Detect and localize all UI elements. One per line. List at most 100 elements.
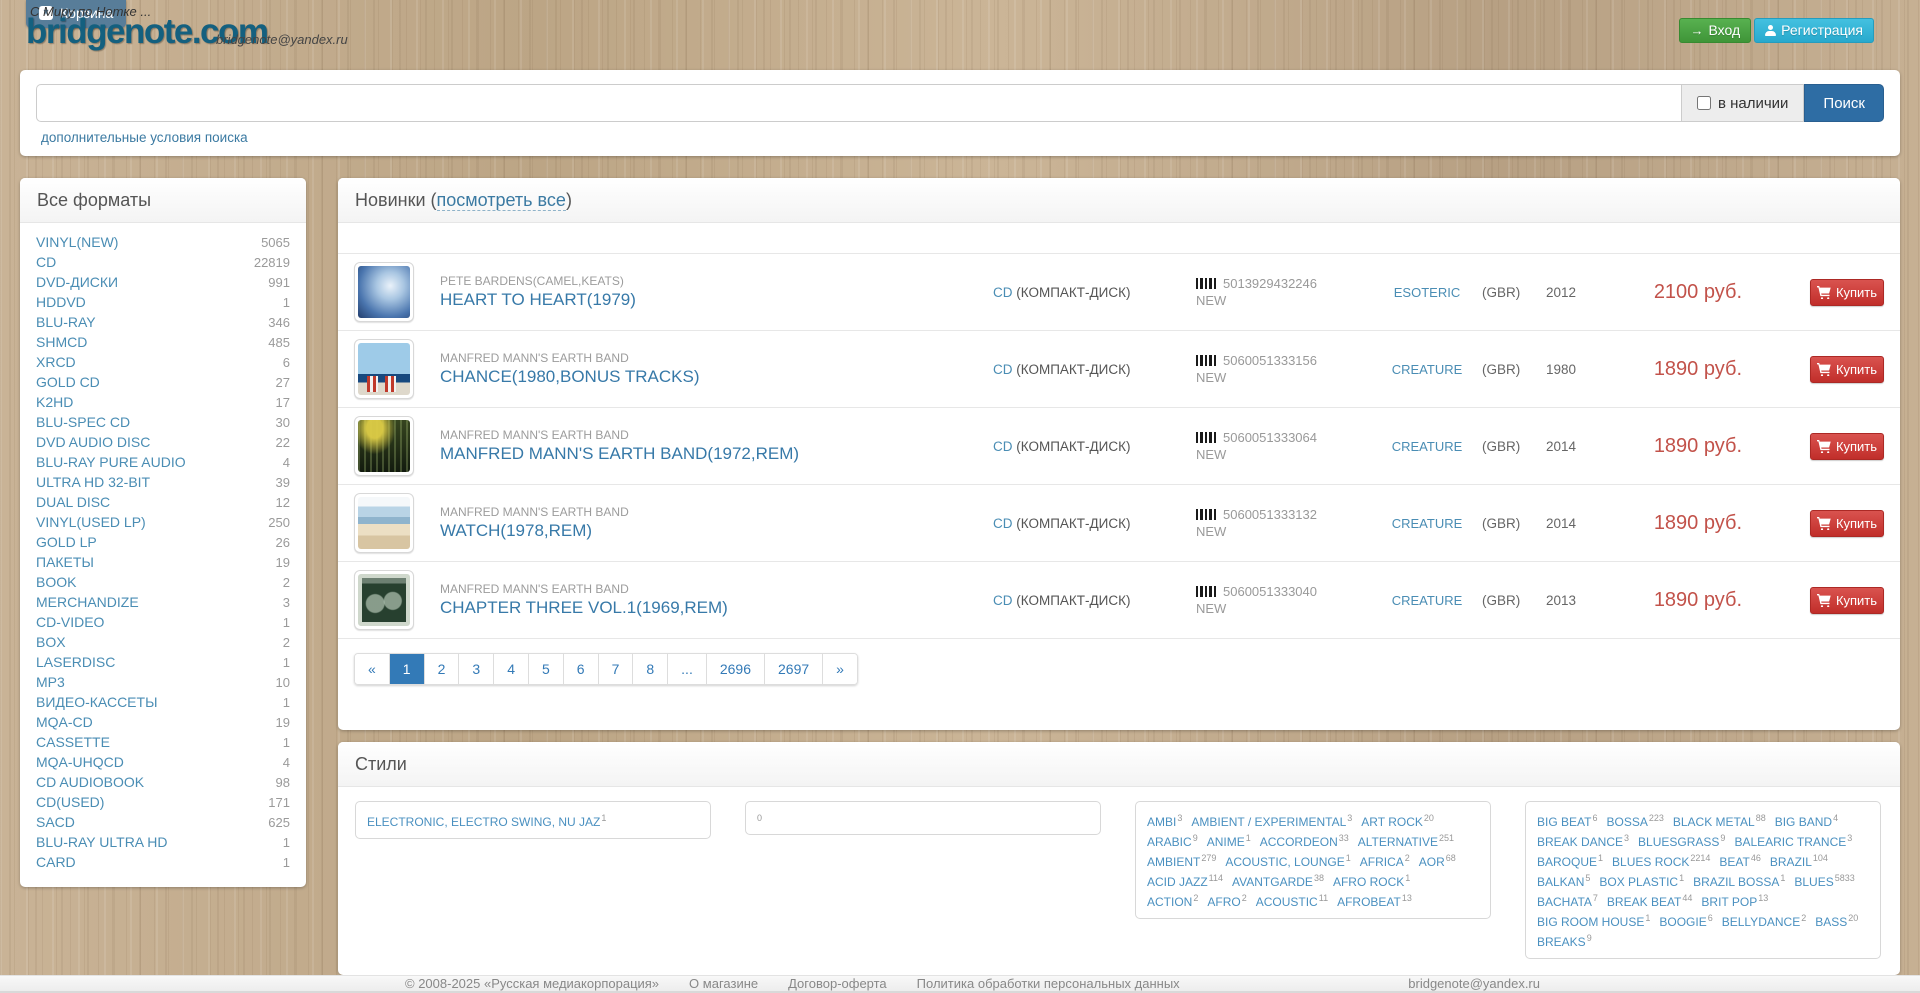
footer-link[interactable]: Политика обработки персональных данных: [917, 976, 1180, 991]
genre-tag[interactable]: BELLYDANCE2: [1722, 910, 1807, 930]
genre-tag[interactable]: ART ROCK20: [1361, 810, 1434, 830]
product-title-link[interactable]: MANFRED MANN'S EARTH BAND(1972,REM): [440, 444, 799, 464]
product-title-link[interactable]: WATCH(1978,REM): [440, 521, 592, 541]
genre-tag[interactable]: ACCORDEON33: [1260, 830, 1349, 850]
buy-button[interactable]: Купить: [1810, 279, 1884, 306]
format-link[interactable]: BLU-RAY ULTRA HD: [36, 834, 167, 850]
in-stock-toggle[interactable]: в наличии: [1681, 84, 1804, 122]
format-link[interactable]: BOOK: [36, 574, 76, 590]
genre-tag[interactable]: ACOUSTIC11: [1256, 890, 1328, 910]
album-art[interactable]: [354, 339, 414, 399]
format-link[interactable]: VINYL(USED LP): [36, 514, 146, 530]
format-link[interactable]: MP3: [36, 674, 65, 690]
genre-tag[interactable]: BREAK BEAT44: [1607, 890, 1692, 910]
genre-tag[interactable]: ACTION2: [1147, 890, 1198, 910]
genre-tag[interactable]: BAROQUE1: [1537, 850, 1603, 870]
search-input[interactable]: [36, 84, 1681, 122]
genre-tag[interactable]: ELECTRONIC, ELECTRO SWING, NU JAZ1: [367, 810, 606, 830]
genre-tag[interactable]: BOOGIE6: [1659, 910, 1712, 930]
format-link[interactable]: DVD-ДИСКИ: [36, 274, 118, 290]
product-title-link[interactable]: CHAPTER THREE VOL.1(1969,REM): [440, 598, 728, 618]
buy-button[interactable]: Купить: [1810, 356, 1884, 383]
record-label-link[interactable]: CREATURE: [1392, 439, 1463, 454]
format-link[interactable]: LASERDISC: [36, 654, 115, 670]
page-button[interactable]: ...: [668, 654, 707, 684]
in-stock-checkbox[interactable]: [1697, 96, 1711, 110]
login-button[interactable]: → Вход: [1679, 18, 1751, 43]
format-link[interactable]: CASSETTE: [36, 734, 110, 750]
search-button[interactable]: Поиск: [1804, 84, 1884, 122]
format-link[interactable]: CD: [36, 254, 56, 270]
record-label-link[interactable]: ESOTERIC: [1394, 285, 1460, 300]
format-link[interactable]: BLU-SPEC CD: [36, 414, 130, 430]
genre-tag[interactable]: AMBI3: [1147, 810, 1182, 830]
page-button[interactable]: 2: [425, 654, 460, 684]
genre-tag[interactable]: BREAKS9: [1537, 930, 1592, 950]
format-link[interactable]: GOLD CD: [36, 374, 100, 390]
format-link[interactable]: VINYL(NEW): [36, 234, 118, 250]
format-link[interactable]: DUAL DISC: [36, 494, 110, 510]
format-link[interactable]: MQA-UHQCD: [36, 754, 124, 770]
record-label-link[interactable]: CREATURE: [1392, 362, 1463, 377]
format-type-link[interactable]: CD: [993, 593, 1013, 608]
format-link[interactable]: MQA-CD: [36, 714, 93, 730]
footer-email[interactable]: bridgenote@yandex.ru: [1408, 976, 1540, 991]
format-link[interactable]: CD(USED): [36, 794, 104, 810]
format-type-link[interactable]: CD: [993, 516, 1013, 531]
page-button[interactable]: 8: [633, 654, 668, 684]
format-link[interactable]: CARD: [36, 854, 76, 870]
format-type-link[interactable]: CD: [993, 285, 1013, 300]
genre-tag[interactable]: BIG ROOM HOUSE1: [1537, 910, 1650, 930]
genre-tag[interactable]: AMBIENT / EXPERIMENTAL3: [1191, 810, 1352, 830]
genre-tag[interactable]: AVANTGARDE38: [1232, 870, 1324, 890]
record-label-link[interactable]: CREATURE: [1392, 516, 1463, 531]
format-link[interactable]: ULTRA HD 32-BIT: [36, 474, 150, 490]
page-button[interactable]: 6: [564, 654, 599, 684]
genre-tag[interactable]: BLUES5833: [1794, 870, 1854, 890]
genre-tag[interactable]: BALEARIC TRANCE3: [1734, 830, 1852, 850]
genre-tag[interactable]: BLUES ROCK2214: [1612, 850, 1710, 870]
format-link[interactable]: ПАКЕТЫ: [36, 554, 94, 570]
album-art[interactable]: [354, 570, 414, 630]
genre-tag[interactable]: ANIME1: [1207, 830, 1251, 850]
genre-tag[interactable]: BRIT POP13: [1701, 890, 1768, 910]
genre-tag[interactable]: ACOUSTIC, LOUNGE1: [1225, 850, 1350, 870]
product-title-link[interactable]: CHANCE(1980,BONUS TRACKS): [440, 367, 699, 387]
format-link[interactable]: HDDVD: [36, 294, 86, 310]
genre-tag[interactable]: AFRICA2: [1360, 850, 1410, 870]
format-link[interactable]: BOX: [36, 634, 66, 650]
genre-tag[interactable]: BIG BEAT6: [1537, 810, 1597, 830]
format-type-link[interactable]: CD: [993, 362, 1013, 377]
genre-tag[interactable]: BIG BAND4: [1775, 810, 1838, 830]
register-button[interactable]: Регистрация: [1754, 18, 1874, 43]
genre-tag[interactable]: BOX PLASTIC1: [1599, 870, 1684, 890]
buy-button[interactable]: Купить: [1810, 433, 1884, 460]
format-link[interactable]: BLU-RAY PURE AUDIO: [36, 454, 186, 470]
page-button[interactable]: 5: [529, 654, 564, 684]
genre-tag[interactable]: BOSSA223: [1606, 810, 1663, 830]
genre-tag[interactable]: AFROBEAT13: [1337, 890, 1412, 910]
album-art[interactable]: [354, 262, 414, 322]
genre-tag[interactable]: AOR68: [1419, 850, 1456, 870]
page-button[interactable]: 4: [494, 654, 529, 684]
buy-button[interactable]: Купить: [1810, 510, 1884, 537]
format-link[interactable]: SACD: [36, 814, 75, 830]
record-label-link[interactable]: CREATURE: [1392, 593, 1463, 608]
genre-tag[interactable]: BEAT46: [1719, 850, 1760, 870]
buy-button[interactable]: Купить: [1810, 587, 1884, 614]
format-link[interactable]: CD AUDIOBOOK: [36, 774, 144, 790]
genre-tag[interactable]: BRAZIL BOSSA1: [1693, 870, 1785, 890]
genre-tag[interactable]: AMBIENT279: [1147, 850, 1216, 870]
footer-link[interactable]: О магазине: [689, 976, 758, 991]
product-title-link[interactable]: HEART TO HEART(1979): [440, 290, 636, 310]
page-button[interactable]: »: [823, 654, 857, 684]
genre-tag[interactable]: BACHATA7: [1537, 890, 1598, 910]
page-button[interactable]: 3: [459, 654, 494, 684]
page-button[interactable]: 7: [599, 654, 634, 684]
genre-tag[interactable]: ALTERNATIVE251: [1358, 830, 1454, 850]
page-button[interactable]: 2697: [765, 654, 823, 684]
page-button[interactable]: 1: [390, 654, 425, 684]
format-link[interactable]: DVD AUDIO DISC: [36, 434, 150, 450]
format-link[interactable]: CD-VIDEO: [36, 614, 104, 630]
genre-tag[interactable]: AFRO2: [1207, 890, 1246, 910]
